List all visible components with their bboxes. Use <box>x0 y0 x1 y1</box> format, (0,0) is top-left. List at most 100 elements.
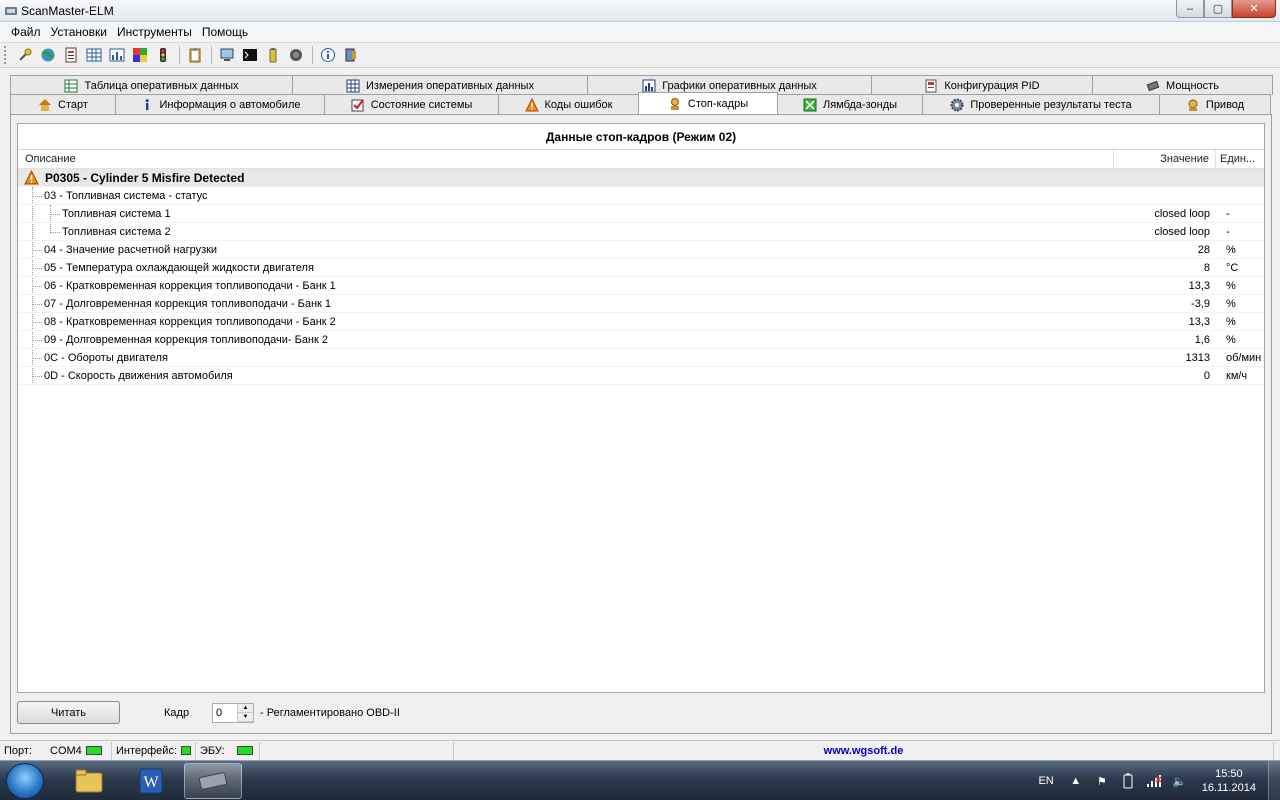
row-description: 09 - Долговременная коррекция топливопод… <box>44 333 328 346</box>
table-row[interactable]: Топливная система 1 closed loop - <box>18 205 1264 223</box>
menu-tools[interactable]: Инструменты <box>112 25 197 39</box>
status-icon <box>351 98 365 112</box>
table-icon[interactable] <box>83 44 105 66</box>
column-header-description[interactable]: Описание <box>18 150 1114 168</box>
toolbar-separator <box>211 46 212 64</box>
palette-icon[interactable] <box>129 44 151 66</box>
table-row[interactable]: 0D - Скорость движения автомобиля 0 км/ч <box>18 367 1264 385</box>
pc-icon[interactable] <box>216 44 238 66</box>
tab-test-results[interactable]: Проверенные результаты теста <box>922 94 1160 114</box>
tab-freeze-frames[interactable]: Стоп-кадры <box>638 92 778 114</box>
menu-file[interactable]: Файл <box>6 25 46 39</box>
tab-label: Коды ошибок <box>544 98 613 111</box>
table-row[interactable]: 06 - Кратковременная коррекция топливопо… <box>18 277 1264 295</box>
table-row[interactable]: 04 - Значение расчетной нагрузки 28 % <box>18 241 1264 259</box>
tab-power[interactable]: Мощность <box>1092 75 1273 95</box>
word-icon: W <box>139 768 163 794</box>
tab-system-status[interactable]: Состояние системы <box>324 94 499 114</box>
menu-settings[interactable]: Установки <box>46 25 112 39</box>
chart-icon[interactable] <box>106 44 128 66</box>
row-value: 8 <box>1203 261 1210 274</box>
volume-icon[interactable]: 🔈 <box>1172 773 1188 789</box>
tab-error-codes[interactable]: Коды ошибок <box>498 94 639 114</box>
tab-live-data-measure[interactable]: Измерения оперативных данных <box>292 75 588 95</box>
spinner-buttons: ▲ ▼ <box>237 704 253 722</box>
table-row[interactable]: 03 - Топливная система - статус <box>18 187 1264 205</box>
terminal-icon[interactable] <box>239 44 261 66</box>
table-icon <box>64 79 78 93</box>
explorer-taskbar-button[interactable] <box>60 763 118 799</box>
restore-button[interactable]: ▢ <box>1204 0 1232 18</box>
info-icon[interactable] <box>317 44 339 66</box>
svg-text:W: W <box>143 774 159 791</box>
traffic-light-icon[interactable] <box>152 44 174 66</box>
tray-expand-icon[interactable]: ▲ <box>1068 773 1084 789</box>
battery-icon[interactable] <box>262 44 284 66</box>
language-indicator[interactable]: EN <box>1038 775 1053 787</box>
website-link[interactable]: www.wgsoft.de <box>454 741 1274 760</box>
table-row[interactable]: Топливная система 2 closed loop - <box>18 223 1264 241</box>
report-icon[interactable] <box>60 44 82 66</box>
title-bar: ScanMaster-ELM – ▢ ✕ <box>0 0 1280 22</box>
row-unit: об/мин <box>1226 351 1262 364</box>
frame-spinner[interactable]: 0 ▲ ▼ <box>212 703 254 723</box>
row-description: 0D - Скорость движения автомобиля <box>44 369 233 382</box>
tab-live-data-table[interactable]: Таблица оперативных данных <box>10 75 293 95</box>
dtc-code: P0305 - Cylinder 5 Misfire Detected <box>45 170 245 185</box>
word-taskbar-button[interactable]: W <box>122 763 180 799</box>
minimize-button[interactable]: – <box>1176 0 1204 18</box>
globe-icon[interactable] <box>37 44 59 66</box>
menu-help[interactable]: Помощь <box>197 25 253 39</box>
app-icon <box>5 7 17 15</box>
chart-icon <box>642 79 656 93</box>
tab-lambda-sensors[interactable]: Лямбда-зонды <box>777 94 923 114</box>
start-button[interactable] <box>6 763 44 799</box>
tab-start[interactable]: Старт <box>10 94 116 114</box>
clipboard-icon[interactable] <box>184 44 206 66</box>
spin-up-icon[interactable]: ▲ <box>238 704 253 713</box>
obd-device-icon <box>198 772 228 790</box>
column-header-value[interactable]: Значение <box>1114 150 1216 168</box>
tab-vehicle-info[interactable]: Информация о автомобиле <box>115 94 325 114</box>
grid-icon <box>346 79 360 93</box>
table-row[interactable]: 09 - Долговременная коррекция топливопод… <box>18 331 1264 349</box>
row-value: 28 <box>1197 243 1210 256</box>
show-desktop-button[interactable] <box>1268 761 1280 800</box>
toolbar <box>0 42 1280 68</box>
freeze-frame-grid[interactable]: Данные стоп-кадров (Режим 02) Описание З… <box>17 123 1265 693</box>
tab-pid-config[interactable]: Конфигурация PID <box>871 75 1093 95</box>
row-unit: - <box>1226 225 1230 238</box>
row-value: closed loop <box>1154 207 1210 220</box>
tab-drive[interactable]: Привод <box>1159 94 1271 114</box>
column-header-unit[interactable]: Един... <box>1216 150 1264 168</box>
ecu-status: ЭБУ: <box>196 741 260 760</box>
frame-label: Кадр <box>164 707 190 719</box>
table-row[interactable]: 07 - Долговременная коррекция топливопод… <box>18 295 1264 313</box>
flag-icon[interactable]: ⚑ <box>1094 773 1110 789</box>
table-row[interactable]: 05 - Температура охлаждающей жидкости дв… <box>18 259 1264 277</box>
table-row[interactable]: 0C - Обороты двигателя 1313 об/мин <box>18 349 1264 367</box>
frame-value[interactable]: 0 <box>213 704 237 722</box>
row-value: -3,9 <box>1191 297 1210 310</box>
clock-time: 15:50 <box>1215 768 1243 780</box>
scanmaster-taskbar-button[interactable] <box>184 763 242 799</box>
record-icon[interactable] <box>285 44 307 66</box>
tab-label: Конфигурация PID <box>944 79 1040 92</box>
spin-down-icon[interactable]: ▼ <box>238 713 253 722</box>
connect-icon[interactable] <box>14 44 36 66</box>
tab-label: Состояние системы <box>370 98 473 111</box>
network-icon[interactable] <box>1146 773 1162 789</box>
close-button[interactable]: ✕ <box>1232 0 1276 18</box>
tab-label: Старт <box>58 98 88 111</box>
row-unit: % <box>1226 333 1236 346</box>
exit-icon[interactable] <box>340 44 362 66</box>
clock[interactable]: 15:50 16.11.2014 <box>1202 767 1256 795</box>
dtc-row[interactable]: P0305 - Cylinder 5 Misfire Detected <box>18 169 1264 187</box>
row-description: Топливная система 2 <box>62 225 171 238</box>
battery-icon[interactable] <box>1120 773 1136 789</box>
tab-label: Измерения оперативных данных <box>366 79 534 92</box>
toolbar-grip[interactable] <box>4 46 8 64</box>
table-row[interactable]: 08 - Кратковременная коррекция топливопо… <box>18 313 1264 331</box>
interface-led <box>181 746 191 755</box>
read-button[interactable]: Читать <box>17 701 120 724</box>
